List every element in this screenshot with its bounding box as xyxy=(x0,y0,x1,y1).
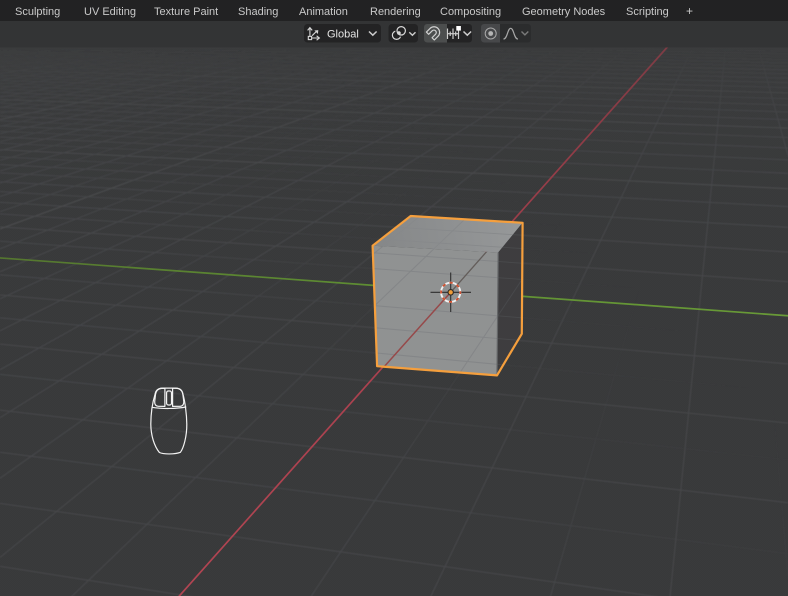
svg-text:Geometry Nodes: Geometry Nodes xyxy=(522,6,606,18)
svg-text:UV Editing: UV Editing xyxy=(84,6,136,18)
svg-text:Rendering: Rendering xyxy=(370,6,421,18)
svg-text:Texture Paint: Texture Paint xyxy=(154,6,218,18)
svg-text:Shading: Shading xyxy=(238,6,278,18)
svg-text:+: + xyxy=(686,4,693,18)
svg-text:Scripting: Scripting xyxy=(626,6,669,18)
svg-text:Sculpting: Sculpting xyxy=(15,6,60,18)
svg-text:Compositing: Compositing xyxy=(440,6,501,18)
svg-text:Animation: Animation xyxy=(299,6,348,18)
svg-text:Global: Global xyxy=(327,29,359,41)
